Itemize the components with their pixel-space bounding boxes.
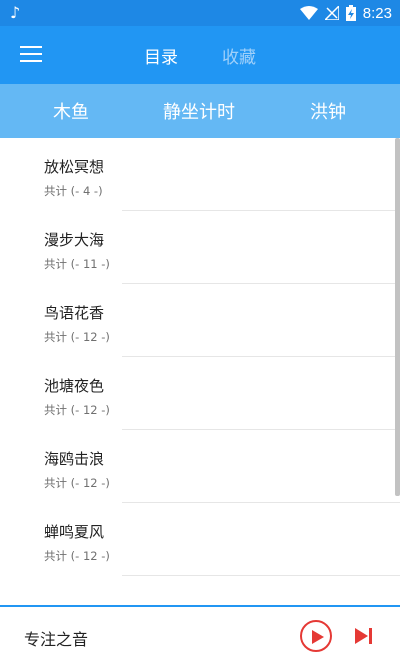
app-toolbar: 目录 收藏 xyxy=(0,26,400,84)
tab-catalog[interactable]: 目录 xyxy=(144,43,178,68)
list-item[interactable]: 蝉鸣夏风 共计 (- 12 -) xyxy=(0,503,400,576)
list-item-count: 共计 (- 12 -) xyxy=(44,549,110,563)
list-item[interactable]: 海鸥击浪 共计 (- 12 -) xyxy=(0,430,400,503)
tab-wooden-fish[interactable]: 木鱼 xyxy=(0,84,142,138)
list-item-title: 海鸥击浪 xyxy=(44,450,105,468)
list-item-count: 共计 (- 12 -) xyxy=(44,330,110,344)
player-track-title: 专注之音 xyxy=(24,630,89,649)
music-note-icon: ♪ xyxy=(10,3,21,22)
tab-meditation-timer[interactable]: 静坐计时 xyxy=(142,84,256,138)
list-item[interactable]: 漫步大海 共计 (- 11 -) xyxy=(0,211,400,284)
list-item-title: 放松冥想 xyxy=(44,158,105,176)
wifi-icon xyxy=(299,6,318,20)
list-item-title: 鸟语花香 xyxy=(44,304,105,322)
list-item-title: 池塘夜色 xyxy=(44,377,105,395)
play-icon[interactable] xyxy=(300,620,332,652)
list-item[interactable]: 鸟语花香 共计 (- 12 -) xyxy=(0,284,400,357)
tab-bell[interactable]: 洪钟 xyxy=(256,84,400,138)
mini-player: 专注之音 xyxy=(0,605,400,666)
battery-charging-icon xyxy=(345,5,356,21)
list-item-count: 共计 (- 12 -) xyxy=(44,476,110,490)
list-item-title: 蝉鸣夏风 xyxy=(44,523,105,541)
list-item-count: 共计 (- 11 -) xyxy=(44,257,110,271)
category-tabs: 木鱼 静坐计时 洪钟 xyxy=(0,84,400,138)
system-icons: 8:23 xyxy=(299,3,392,23)
status-bar: ♪ 8:23 xyxy=(0,0,400,26)
sound-list: 放松冥想 共计 (- 4 -) 漫步大海 共计 (- 11 -) 鸟语花香 共计… xyxy=(0,138,400,604)
scrollbar[interactable] xyxy=(395,138,400,496)
tab-favorites[interactable]: 收藏 xyxy=(222,43,256,68)
list-item[interactable]: 池塘夜色 共计 (- 12 -) xyxy=(0,357,400,430)
no-signal-icon xyxy=(324,6,339,20)
list-item-title: 漫步大海 xyxy=(44,231,105,249)
list-item[interactable]: 放松冥想 共计 (- 4 -) xyxy=(0,138,400,211)
list-item-count: 共计 (- 12 -) xyxy=(44,403,110,417)
hamburger-menu-icon[interactable] xyxy=(20,46,42,64)
skip-next-icon[interactable] xyxy=(354,627,374,645)
list-item-count: 共计 (- 4 -) xyxy=(44,184,103,198)
clock: 8:23 xyxy=(362,4,392,22)
